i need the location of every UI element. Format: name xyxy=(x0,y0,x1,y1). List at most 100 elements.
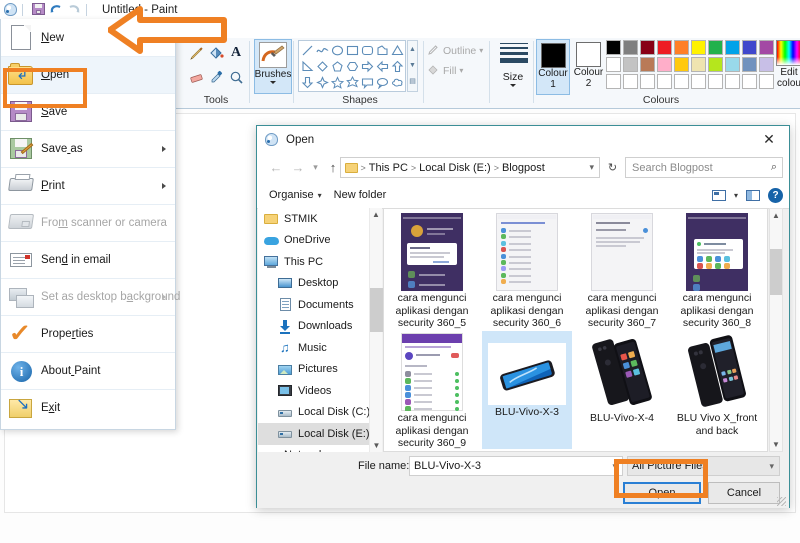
file-menu-item-properties[interactable]: ✓ Properties xyxy=(1,315,175,352)
file-menu-item-save-as[interactable]: Save as xyxy=(1,130,175,167)
palette-swatch-1-4[interactable] xyxy=(674,57,689,72)
palette-swatch-1-7[interactable] xyxy=(725,57,740,72)
shape-rounded-rect-icon[interactable] xyxy=(360,42,375,58)
palette-swatch-2-7[interactable] xyxy=(725,74,740,89)
refresh-icon[interactable]: ↻ xyxy=(603,157,622,178)
file-item[interactable]: cara mengunci aplikasi dengan security 3… xyxy=(387,211,477,329)
fill-caret-icon[interactable]: ▾ xyxy=(459,66,463,75)
edit-colours-button[interactable]: Edit colou xyxy=(774,40,800,89)
palette-swatch-0-8[interactable] xyxy=(742,40,757,55)
palette-swatch-0-9[interactable] xyxy=(759,40,774,55)
close-icon[interactable]: ✕ xyxy=(749,126,789,153)
view-chevron-down-icon[interactable]: ▾ xyxy=(734,191,738,200)
shape-hexagon-icon[interactable] xyxy=(345,58,360,74)
palette-swatch-0-6[interactable] xyxy=(708,40,723,55)
nav-item-stmik[interactable]: STMIK xyxy=(258,208,374,230)
back-icon[interactable]: ← xyxy=(265,157,287,179)
shape-triangle-icon[interactable] xyxy=(390,42,405,58)
palette-swatch-2-5[interactable] xyxy=(691,74,706,89)
palette-swatch-2-6[interactable] xyxy=(708,74,723,89)
palette-swatch-2-9[interactable] xyxy=(759,74,774,89)
shape-curve-icon[interactable] xyxy=(315,42,330,58)
search-icon[interactable]: ⌕ xyxy=(771,161,777,174)
submenu-chevron-right-icon[interactable] xyxy=(162,146,166,152)
file-menu-item-exit[interactable]: ↘ Exit xyxy=(1,389,175,426)
palette-swatch-1-1[interactable] xyxy=(623,57,638,72)
palette-swatch-2-0[interactable] xyxy=(606,74,621,89)
file-item[interactable]: cara mengunci aplikasi dengan security 3… xyxy=(672,211,762,329)
shape-diamond-icon[interactable] xyxy=(315,58,330,74)
shape-oval-callout-icon[interactable] xyxy=(375,74,390,90)
organise-button[interactable]: Organise xyxy=(269,189,314,201)
chevron-down-icon[interactable] xyxy=(270,81,276,84)
file-scroll-up-icon[interactable]: ▲ xyxy=(770,209,782,222)
shape-rectangle-icon[interactable] xyxy=(345,42,360,58)
colour-2-swatch[interactable] xyxy=(576,42,601,67)
file-scroll-down-icon[interactable]: ▼ xyxy=(770,438,782,451)
palette-swatch-0-1[interactable] xyxy=(623,40,638,55)
shape-right-triangle-icon[interactable] xyxy=(300,58,315,74)
nav-scrollbar-thumb[interactable] xyxy=(370,288,383,332)
shape-right-arrow-icon[interactable] xyxy=(360,58,375,74)
file-list-scrollbar[interactable]: ▲ ▼ xyxy=(769,208,783,452)
colour-2-button[interactable]: Colour 2 xyxy=(572,39,605,95)
nav-item-documents[interactable]: Documents xyxy=(258,294,374,316)
address-chevron-down-icon[interactable]: ▾ xyxy=(589,162,594,173)
size-icon[interactable] xyxy=(500,43,528,66)
nav-item-onedrive[interactable]: OneDrive xyxy=(258,230,374,252)
palette-swatch-0-3[interactable] xyxy=(657,40,672,55)
fill-icon[interactable] xyxy=(206,41,226,65)
palette-swatch-1-9[interactable] xyxy=(759,57,774,72)
nav-item-desktop[interactable]: Desktop xyxy=(258,273,374,295)
file-name-input[interactable]: BLU-Vivo-X-3 ▾ xyxy=(409,456,623,476)
size-chevron-down-icon[interactable] xyxy=(510,84,516,87)
shapes-scroll-up-icon[interactable]: ▲ xyxy=(408,41,417,57)
shape-five-point-star-icon[interactable] xyxy=(330,74,345,90)
recent-locations-icon[interactable]: ▾ xyxy=(309,157,322,179)
nav-scroll-up-icon[interactable]: ▲ xyxy=(370,208,382,221)
nav-scroll-down-icon[interactable]: ▼ xyxy=(370,439,383,452)
shape-six-point-star-icon[interactable] xyxy=(345,74,360,90)
palette-swatch-2-3[interactable] xyxy=(657,74,672,89)
colour-palette[interactable] xyxy=(606,40,775,90)
file-item[interactable]: BLU-Vivo-X-4 xyxy=(577,331,667,449)
shape-up-arrow-icon[interactable] xyxy=(390,58,405,74)
palette-swatch-1-2[interactable] xyxy=(640,57,655,72)
filter-chevron-down-icon[interactable]: ▾ xyxy=(769,461,774,472)
nav-item-local-disk-e-[interactable]: Local Disk (E:) xyxy=(258,423,374,445)
shape-line-icon[interactable] xyxy=(300,42,315,58)
magnifier-icon[interactable] xyxy=(226,65,246,89)
cancel-button[interactable]: Cancel xyxy=(708,482,780,504)
nav-item-videos[interactable]: Videos xyxy=(258,380,374,402)
palette-swatch-2-8[interactable] xyxy=(742,74,757,89)
undo-icon[interactable] xyxy=(49,3,63,16)
palette-swatch-2-4[interactable] xyxy=(674,74,689,89)
shape-four-point-star-icon[interactable] xyxy=(315,74,330,90)
file-item[interactable]: cara mengunci aplikasi dengan security 3… xyxy=(387,331,477,449)
shape-polygon-icon[interactable] xyxy=(375,42,390,58)
palette-swatch-2-2[interactable] xyxy=(640,74,655,89)
palette-swatch-0-4[interactable] xyxy=(674,40,689,55)
file-menu-item-about-paint[interactable]: i About Paint xyxy=(1,352,175,389)
dialog-file-list[interactable]: cara mengunci aplikasi dengan security 3… xyxy=(383,208,768,452)
file-menu-item-print[interactable]: Print xyxy=(1,167,175,204)
palette-swatch-2-1[interactable] xyxy=(623,74,638,89)
shape-rounded-callout-icon[interactable] xyxy=(360,74,375,90)
help-icon[interactable]: ? xyxy=(768,187,783,203)
file-item[interactable]: BLU-Vivo-X-3 xyxy=(482,331,572,449)
palette-swatch-0-5[interactable] xyxy=(691,40,706,55)
breadcrumb-blogpost[interactable]: Blogpost xyxy=(502,162,545,174)
brushes-button[interactable]: Brushes xyxy=(254,39,292,94)
search-box[interactable]: Search Blogpost ⌕ xyxy=(625,157,783,178)
file-item[interactable]: BLU Vivo X_front and back xyxy=(672,331,762,449)
palette-swatch-1-0[interactable] xyxy=(606,57,621,72)
resize-grip[interactable] xyxy=(777,497,786,506)
change-view-icon[interactable] xyxy=(711,189,726,201)
redo-icon[interactable] xyxy=(67,3,81,16)
nav-item-music[interactable]: ♫ Music xyxy=(258,337,374,359)
palette-swatch-1-5[interactable] xyxy=(691,57,706,72)
colour-1-swatch[interactable] xyxy=(540,43,566,68)
eraser-icon[interactable] xyxy=(186,65,206,89)
shape-pentagon-icon[interactable] xyxy=(330,58,345,74)
shapes-gallery[interactable] xyxy=(298,40,406,92)
